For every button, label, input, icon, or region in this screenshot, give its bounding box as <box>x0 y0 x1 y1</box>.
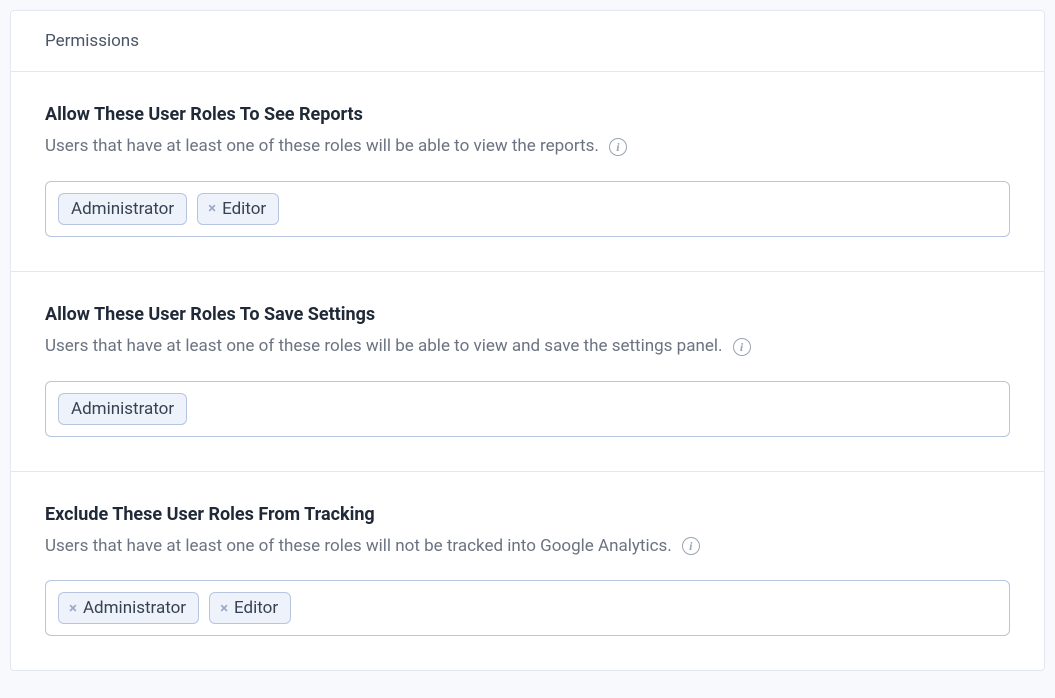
section-desc-text: Users that have at least one of these ro… <box>45 135 599 159</box>
panel-title: Permissions <box>11 11 1044 72</box>
close-icon[interactable]: × <box>220 601 228 616</box>
role-tag-label: Administrator <box>71 399 174 419</box>
role-tag-editor[interactable]: × Editor <box>209 592 291 624</box>
section-desc-row: Users that have at least one of these ro… <box>45 135 1010 159</box>
role-tag-editor[interactable]: × Editor <box>197 193 279 225</box>
role-tag-administrator[interactable]: Administrator <box>58 393 187 425</box>
section-title: Exclude These User Roles From Tracking <box>45 504 1010 525</box>
info-icon[interactable]: i <box>682 537 700 555</box>
section-exclude-tracking: Exclude These User Roles From Tracking U… <box>11 471 1044 671</box>
roles-input-see-reports[interactable]: Administrator × Editor <box>45 181 1010 237</box>
role-tag-administrator[interactable]: × Administrator <box>58 592 199 624</box>
roles-input-save-settings[interactable]: Administrator <box>45 381 1010 437</box>
role-tag-label: Editor <box>234 598 278 618</box>
section-save-settings: Allow These User Roles To Save Settings … <box>11 271 1044 471</box>
close-icon[interactable]: × <box>69 601 77 616</box>
section-see-reports: Allow These User Roles To See Reports Us… <box>11 72 1044 271</box>
role-tag-label: Administrator <box>71 199 174 219</box>
close-icon[interactable]: × <box>208 201 216 216</box>
role-tag-label: Administrator <box>83 598 186 618</box>
permissions-panel: Permissions Allow These User Roles To Se… <box>10 10 1045 671</box>
info-icon[interactable]: i <box>609 138 627 156</box>
role-tag-label: Editor <box>222 199 266 219</box>
section-title: Allow These User Roles To Save Settings <box>45 304 1010 325</box>
section-desc-text: Users that have at least one of these ro… <box>45 335 723 359</box>
section-desc-text: Users that have at least one of these ro… <box>45 535 672 559</box>
section-desc-row: Users that have at least one of these ro… <box>45 335 1010 359</box>
section-desc-row: Users that have at least one of these ro… <box>45 535 1010 559</box>
info-icon[interactable]: i <box>733 338 751 356</box>
section-title: Allow These User Roles To See Reports <box>45 104 1010 125</box>
role-tag-administrator[interactable]: Administrator <box>58 193 187 225</box>
roles-input-exclude-tracking[interactable]: × Administrator × Editor <box>45 580 1010 636</box>
